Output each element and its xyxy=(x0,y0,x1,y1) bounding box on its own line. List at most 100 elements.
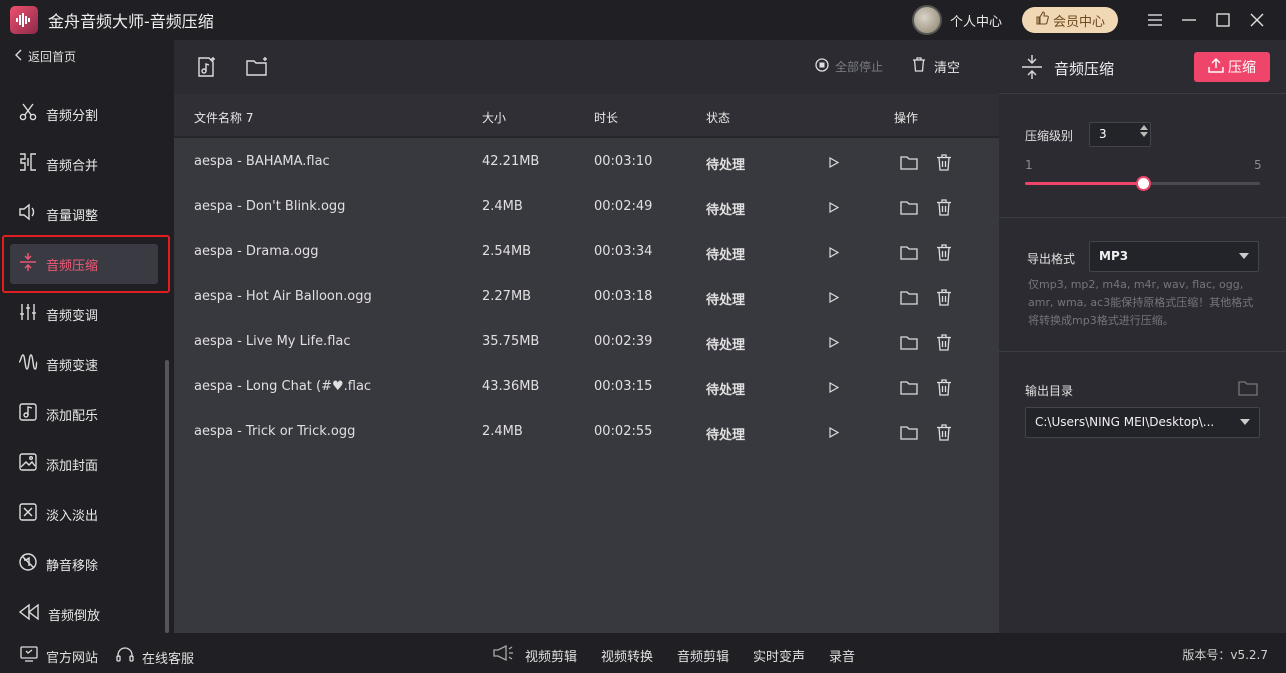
sidebar-item-reverse[interactable]: 音频倒放 xyxy=(10,594,158,634)
file-duration: 00:03:10 xyxy=(594,154,653,169)
file-size: 2.4MB xyxy=(482,424,523,439)
file-name: aespa - Don't Blink.ogg xyxy=(194,199,346,214)
sidebar-item-speed[interactable]: 音频变速 xyxy=(10,344,158,384)
play-icon[interactable] xyxy=(824,377,844,397)
chevron-left-icon xyxy=(14,49,22,64)
sidebar-item-add-music[interactable]: 添加配乐 xyxy=(10,394,158,434)
clear-button[interactable]: 清空 xyxy=(912,57,960,76)
folder-icon[interactable] xyxy=(899,287,919,307)
play-icon[interactable] xyxy=(824,287,844,307)
delete-icon[interactable] xyxy=(934,152,954,172)
compress-level-slider[interactable] xyxy=(1025,176,1260,191)
app-title: 金舟音频大师-音频压缩 xyxy=(48,12,214,31)
sidebar-item-audio-merge[interactable]: 音频合并 xyxy=(10,144,158,184)
folder-icon[interactable] xyxy=(899,197,919,217)
vip-center-button[interactable]: 会员中心 xyxy=(1022,7,1118,33)
panel-title: 音频压缩 xyxy=(1054,60,1115,78)
official-website-link[interactable]: 官方网站 xyxy=(20,646,98,666)
online-service-label: 在线客服 xyxy=(142,651,195,667)
online-service-link[interactable]: 在线客服 xyxy=(116,646,194,668)
folder-icon[interactable] xyxy=(1238,380,1258,400)
maximize-icon[interactable] xyxy=(1208,5,1238,35)
folder-icon[interactable] xyxy=(899,332,919,352)
sidebar-item-remove-silence[interactable]: 静音移除 xyxy=(10,544,158,584)
col-header-status: 状态 xyxy=(706,111,731,125)
output-dir-select[interactable]: C:\Users\NING MEI\Desktop\... xyxy=(1025,407,1260,438)
sidebar-item-audio-split[interactable]: 音频分割 xyxy=(10,94,158,134)
folder-icon[interactable] xyxy=(899,422,919,442)
image-icon xyxy=(18,452,38,476)
footer-link-video-edit[interactable]: 视频剪辑 xyxy=(525,646,577,665)
table-row[interactable]: aespa - Hot Air Balloon.ogg 2.27MB 00:03:1… xyxy=(174,275,999,320)
file-list-panel: 全部停止 清空 文件名称 7 大小 时长 状态 操作 aespa - BAHAM… xyxy=(174,40,999,633)
user-center-link[interactable]: 个人中心 xyxy=(950,11,1002,30)
table-row[interactable]: aespa - Live My Life.flac 35.75MB 00:02:39… xyxy=(174,320,999,365)
delete-icon[interactable] xyxy=(934,422,954,442)
file-status: 待处理 xyxy=(706,158,746,173)
sidebar-item-label: 音频变调 xyxy=(46,308,99,324)
play-icon[interactable] xyxy=(824,422,844,442)
footer-link-voice-changer[interactable]: 实时变声 xyxy=(753,646,805,665)
sidebar-item-volume[interactable]: 音量调整 xyxy=(10,194,158,234)
folder-icon[interactable] xyxy=(899,152,919,172)
table-row[interactable]: aespa - Trick or Trick.ogg 2.4MB 00:02:55 待… xyxy=(174,410,999,455)
sidebar-item-fade[interactable]: 淡入淡出 xyxy=(10,494,158,534)
col-header-actions: 操作 xyxy=(894,111,919,125)
slider-max-label: 5 xyxy=(1254,158,1262,172)
slider-thumb[interactable] xyxy=(1135,176,1151,191)
footer-link-recorder[interactable]: 录音 xyxy=(829,646,855,665)
file-duration: 00:02:39 xyxy=(594,334,653,349)
compress-button[interactable]: 压缩 xyxy=(1194,52,1270,82)
delete-icon[interactable] xyxy=(934,332,954,352)
sidebar-item-add-cover[interactable]: 添加封面 xyxy=(10,444,158,484)
close-icon[interactable] xyxy=(1242,5,1272,35)
compress-button-label: 压缩 xyxy=(1228,60,1256,76)
user-avatar[interactable] xyxy=(911,5,942,35)
table-row[interactable]: aespa - Don't Blink.ogg 2.4MB 00:02:49 待处理 xyxy=(174,185,999,230)
format-select[interactable]: MP3 xyxy=(1089,241,1259,272)
minimize-icon[interactable] xyxy=(1174,5,1204,35)
sidebar-item-label: 音频压缩 xyxy=(46,258,99,274)
footer-link-audio-edit[interactable]: 音频剪辑 xyxy=(677,646,729,665)
monitor-icon xyxy=(20,646,38,666)
file-name: aespa - BAHAMA.flac xyxy=(194,154,330,169)
delete-icon[interactable] xyxy=(934,287,954,307)
col-header-name[interactable]: 文件名称 7 xyxy=(194,109,253,126)
stepper-down-icon[interactable] xyxy=(1140,132,1148,137)
add-folder-icon[interactable] xyxy=(245,55,269,79)
sidebar-item-audio-compress[interactable]: 音频压缩 xyxy=(10,244,158,284)
footer-link-video-convert[interactable]: 视频转换 xyxy=(601,646,653,665)
app-logo-icon xyxy=(10,6,38,34)
slider-min-label: 1 xyxy=(1025,158,1033,172)
folder-icon[interactable] xyxy=(899,242,919,262)
folder-icon[interactable] xyxy=(899,377,919,397)
clear-label: 清空 xyxy=(934,61,961,76)
trash-icon xyxy=(912,57,926,76)
compress-level-stepper[interactable]: 3 xyxy=(1089,122,1151,147)
table-row[interactable]: aespa - Long Chat (#♥.flac 43.36MB 00:03:1… xyxy=(174,365,999,410)
add-file-icon[interactable] xyxy=(195,55,219,79)
file-size: 2.27MB xyxy=(482,289,532,304)
play-icon[interactable] xyxy=(824,242,844,262)
divider xyxy=(999,351,1286,352)
table-header: 文件名称 7 大小 时长 状态 操作 xyxy=(174,94,999,138)
sidebar-scrollbar[interactable] xyxy=(165,360,169,633)
title-bar: 金舟音频大师-音频压缩 个人中心 会员中心 xyxy=(0,0,1286,40)
delete-icon[interactable] xyxy=(934,377,954,397)
delete-icon[interactable] xyxy=(934,242,954,262)
menu-icon[interactable] xyxy=(1140,5,1170,35)
play-icon[interactable] xyxy=(824,152,844,172)
scissors-icon xyxy=(18,102,38,126)
table-row[interactable]: aespa - Drama.ogg 2.54MB 00:03:34 待处理 xyxy=(174,230,999,275)
stop-all-button[interactable]: 全部停止 xyxy=(815,58,883,75)
delete-icon[interactable] xyxy=(934,197,954,217)
sidebar-item-label: 音频合并 xyxy=(46,158,99,174)
table-row[interactable]: aespa - BAHAMA.flac 42.21MB 00:03:10 待处理 xyxy=(174,140,999,185)
sidebar-item-pitch[interactable]: 音频变调 xyxy=(10,294,158,334)
play-icon[interactable] xyxy=(824,332,844,352)
format-note: 仅mp3, mp2, m4a, m4r, wav, flac, ogg, amr… xyxy=(1028,278,1254,327)
file-size: 35.75MB xyxy=(482,334,540,349)
play-icon[interactable] xyxy=(824,197,844,217)
stepper-up-icon[interactable] xyxy=(1140,125,1148,130)
back-home-link[interactable]: 返回首页 xyxy=(14,48,76,65)
